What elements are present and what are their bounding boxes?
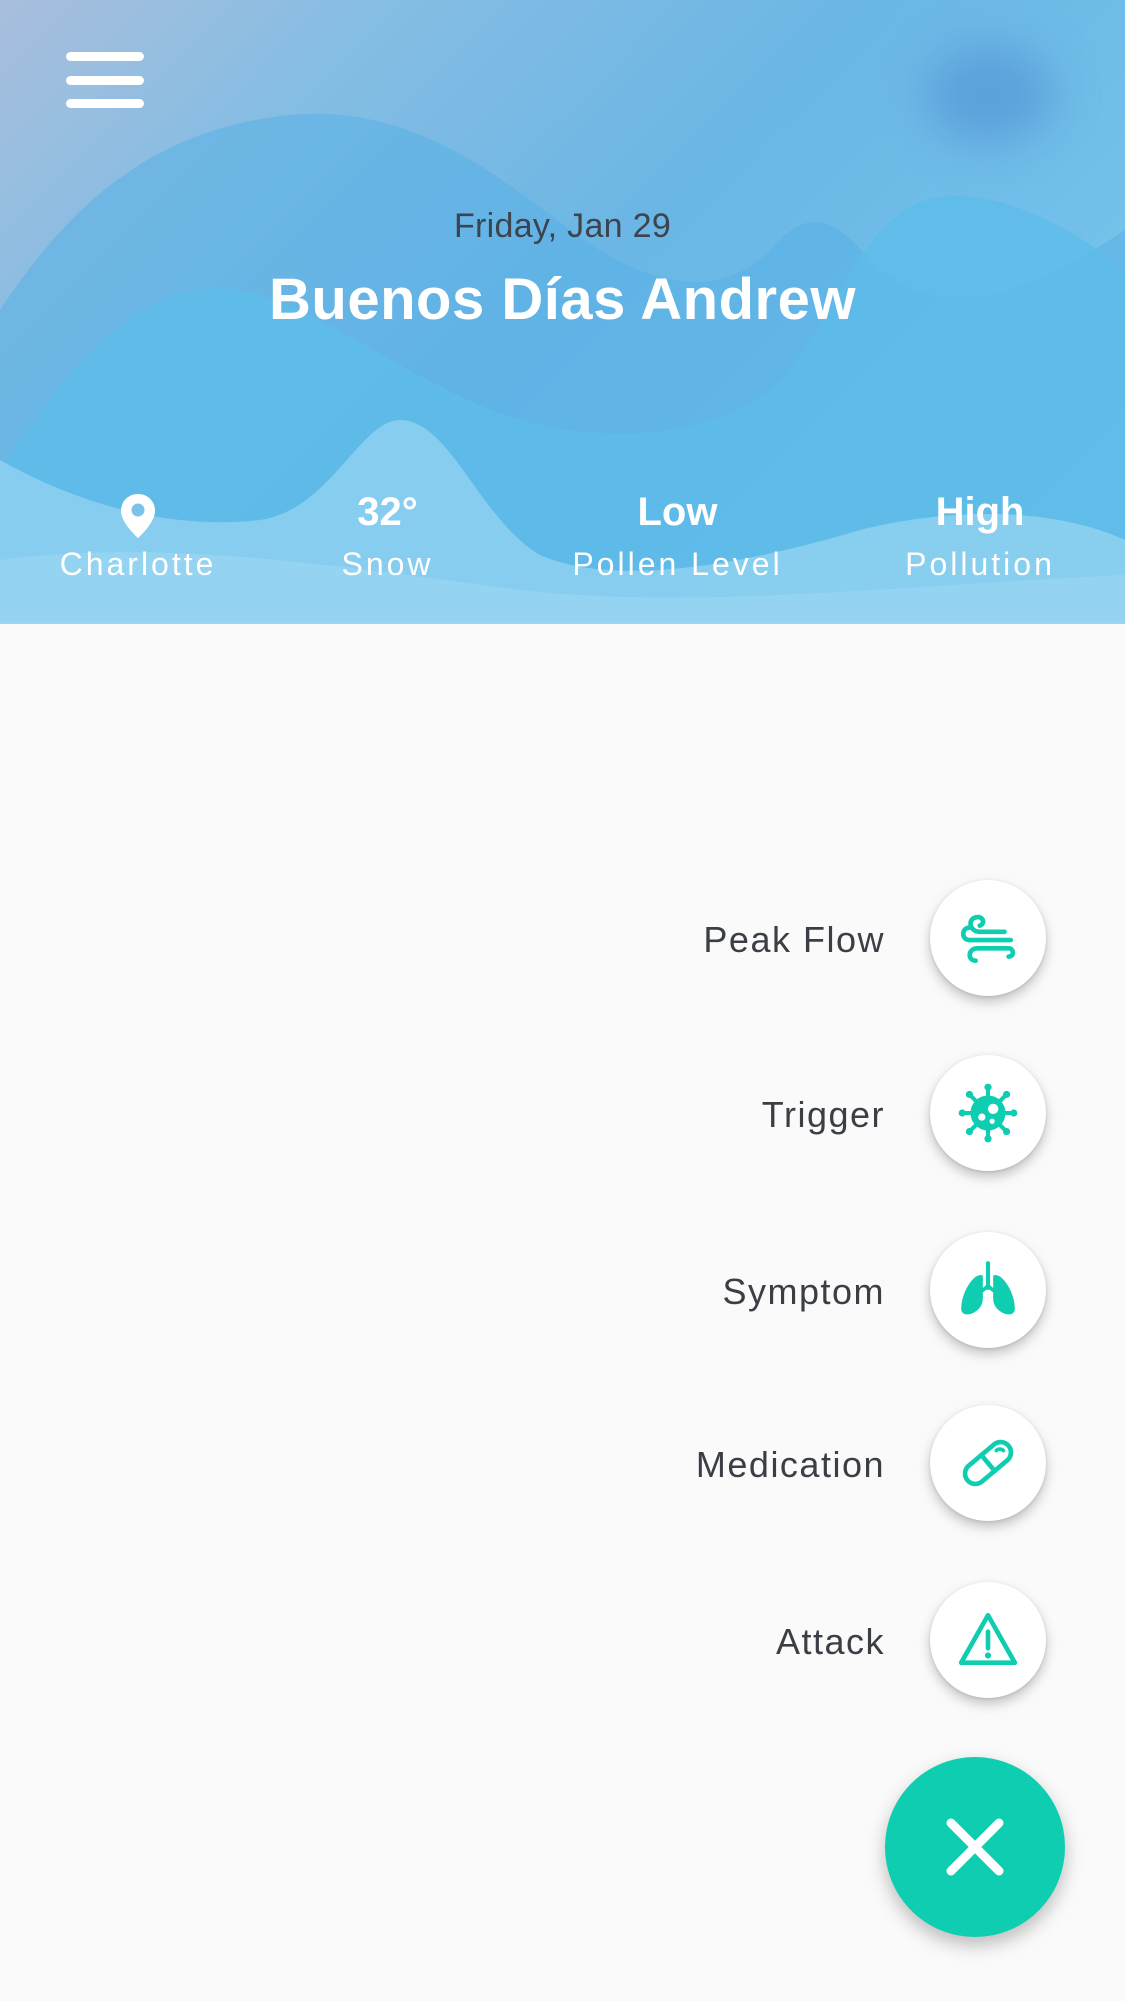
- trigger-label: Trigger: [761, 1094, 885, 1135]
- pollen-stat: Low Pollen Level: [545, 486, 810, 583]
- weather-label: Snow: [341, 546, 434, 582]
- action-trigger[interactable]: Trigger: [0, 1055, 1125, 1175]
- pollen-value: Low: [637, 490, 718, 534]
- hamburger-menu-icon[interactable]: [66, 52, 144, 108]
- lungs-icon: [961, 1261, 1015, 1315]
- medication-button[interactable]: [930, 1405, 1046, 1521]
- pollution-value: High: [935, 490, 1025, 534]
- header-glow: [925, 45, 1055, 145]
- home-screen: Friday, Jan 29 Buenos Días Andrew Charlo…: [0, 0, 1125, 2001]
- pill-icon: [962, 1439, 1014, 1487]
- attack-label: Attack: [775, 1621, 885, 1662]
- action-symptom[interactable]: Symptom: [0, 1232, 1125, 1352]
- date-label: Friday, Jan 29: [453, 207, 672, 245]
- wind-icon: [960, 914, 1016, 964]
- close-icon: [946, 1818, 1004, 1876]
- attack-button[interactable]: [930, 1582, 1046, 1698]
- pollution-label: Pollution: [905, 546, 1055, 582]
- location-label: Charlotte: [59, 546, 217, 582]
- symptom-label: Symptom: [722, 1271, 885, 1312]
- location-pin-icon: [121, 494, 155, 538]
- virus-icon: [958, 1083, 1018, 1143]
- medication-label: Medication: [695, 1444, 885, 1485]
- close-button[interactable]: [885, 1757, 1065, 1937]
- warning-icon: [958, 1612, 1018, 1666]
- header-banner: Friday, Jan 29 Buenos Días Andrew Charlo…: [0, 0, 1125, 624]
- action-attack[interactable]: Attack: [0, 1582, 1125, 1702]
- peak-flow-label: Peak Flow: [703, 919, 885, 960]
- peak-flow-button[interactable]: [930, 880, 1046, 996]
- location-stat: Charlotte: [38, 486, 238, 583]
- trigger-button[interactable]: [930, 1055, 1046, 1171]
- temperature-stat: 32° Snow: [290, 486, 485, 583]
- pollen-label: Pollen Level: [572, 546, 783, 582]
- symptom-button[interactable]: [930, 1232, 1046, 1348]
- temperature-value: 32°: [357, 490, 418, 534]
- action-medication[interactable]: Medication: [0, 1405, 1125, 1525]
- pollution-stat: High Pollution: [880, 486, 1080, 583]
- greeting-title: Buenos Días Andrew: [269, 267, 856, 332]
- action-peak-flow[interactable]: Peak Flow: [0, 880, 1125, 1000]
